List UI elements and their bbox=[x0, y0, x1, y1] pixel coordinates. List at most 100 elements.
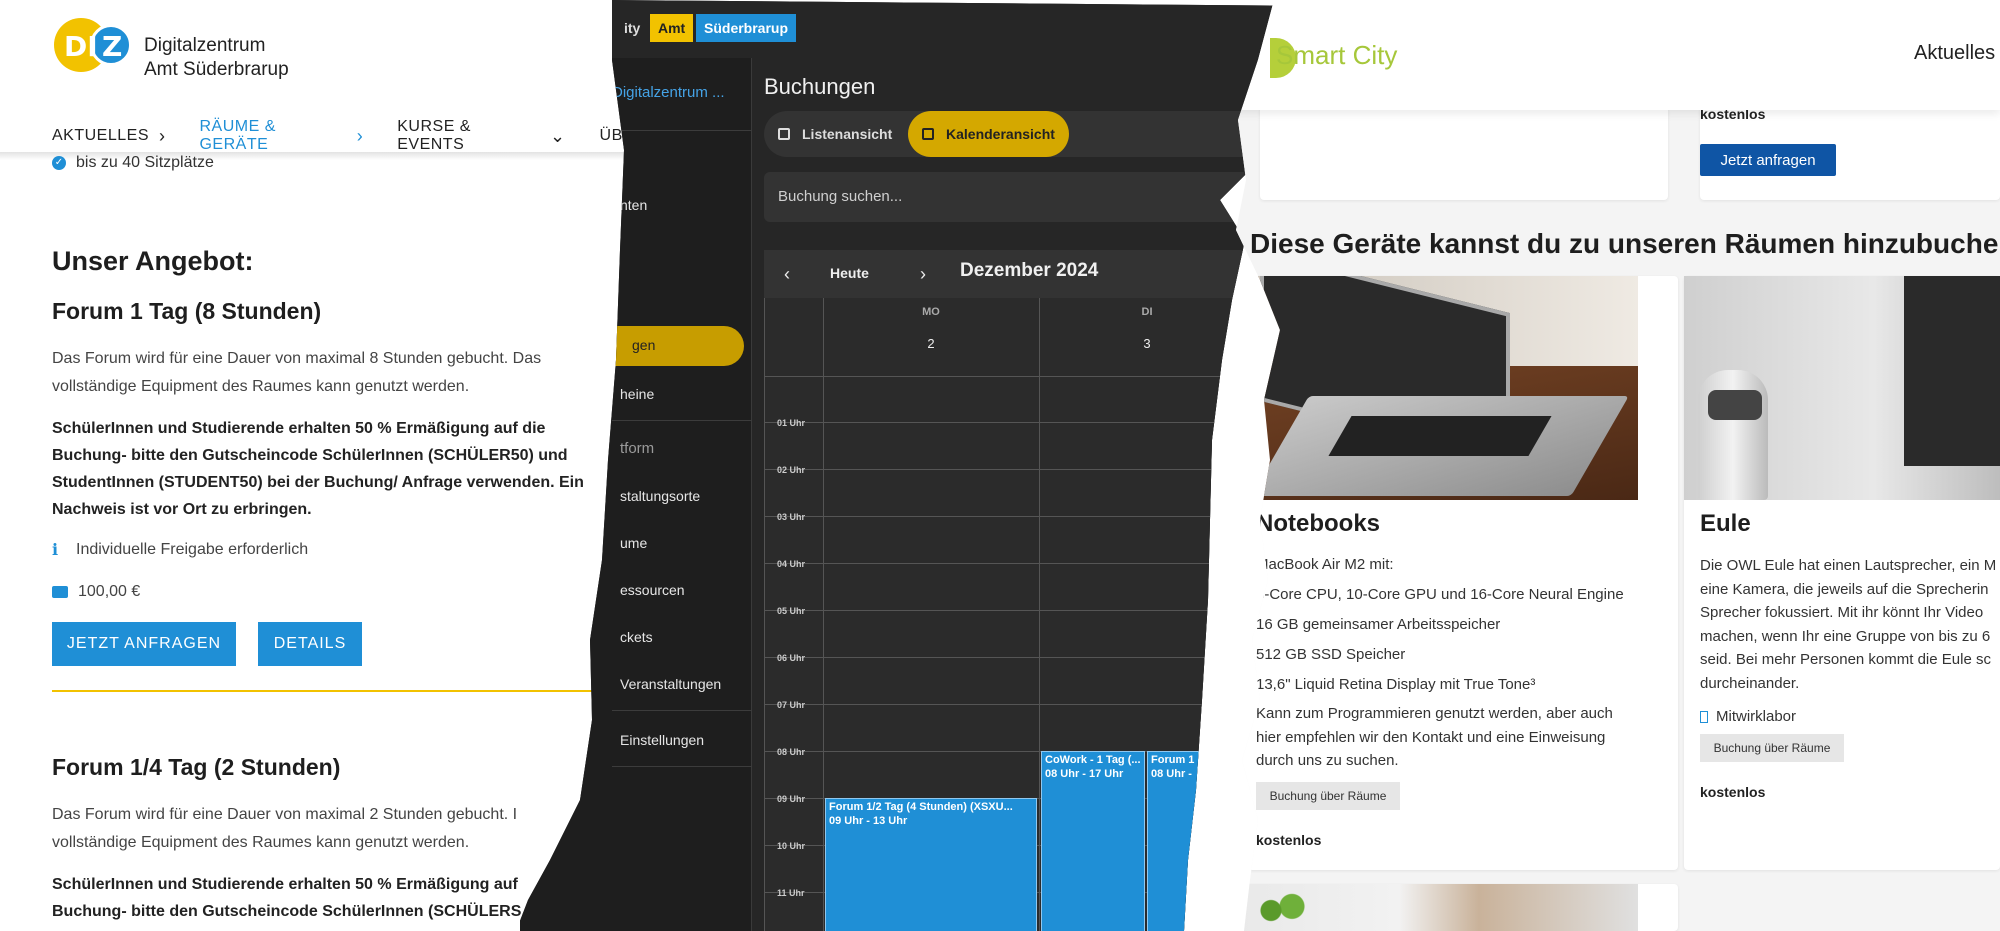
calendar-event[interactable]: Forum 1 08 Uhr - bbox=[1147, 751, 1253, 931]
calendar-icon bbox=[922, 128, 934, 140]
list-view-button[interactable]: Listenansicht bbox=[764, 111, 906, 157]
book-via-rooms-button[interactable]: Buchung über Räume bbox=[1256, 782, 1400, 810]
price-free: kostenlos bbox=[1256, 832, 1322, 848]
logo-line2: Amt Süderbrarup bbox=[144, 59, 289, 80]
section-divider bbox=[52, 690, 612, 692]
room-card bbox=[1260, 96, 1668, 200]
sidebar-org-title[interactable]: Digitalzentrum ... bbox=[612, 84, 725, 101]
offer-title-2: Forum 1/4 Tag (2 Stunden) bbox=[52, 754, 341, 780]
notebook-desc: Kann zum Programmieren genutzt werden, a… bbox=[1256, 705, 1613, 722]
discount-text: StudentInnen (STUDENT50) bei der Buchung… bbox=[52, 474, 584, 491]
sidebar-divider bbox=[612, 130, 752, 131]
tag-city: ity bbox=[616, 14, 649, 42]
sidebar-section-platform: tform bbox=[620, 440, 655, 457]
sidebar-item[interactable]: nten bbox=[620, 197, 647, 213]
calendar-event[interactable]: CoWork - 1 Tag (... 08 Uhr - 17 Uhr bbox=[1041, 751, 1145, 931]
hour-line bbox=[765, 469, 1325, 470]
location-name[interactable]: Mitwirklabor bbox=[1716, 708, 1796, 725]
request-button[interactable]: JETZT ANFRAGEN bbox=[52, 622, 236, 666]
diz-logo-icon[interactable]: DI Z bbox=[54, 16, 136, 76]
details-button[interactable]: DETAILS bbox=[258, 622, 362, 666]
devices-heading: Diese Geräte kannst du zu unseren Räumen… bbox=[1250, 228, 2000, 259]
spec-line: 16 GB gemeinsamer Arbeitsspeicher bbox=[1256, 616, 1501, 633]
hour-label: 07 Uhr bbox=[777, 700, 806, 710]
event-title: Forum 1/2 Tag (4 Stunden) (XSXU... bbox=[829, 801, 1013, 813]
discount-text: SchülerInnen und Studierende erhalten 50… bbox=[52, 420, 546, 437]
discount-text: Nachweis ist vor Ort zu erbringen. bbox=[52, 501, 312, 518]
day-number[interactable]: 2 bbox=[911, 336, 951, 351]
discount-text: Buchung- bitte den Gutscheincode Schüler… bbox=[52, 447, 568, 464]
sidebar-item-vouchers[interactable]: heine bbox=[620, 386, 654, 402]
sidebar-item-rooms[interactable]: ume bbox=[620, 535, 647, 551]
hour-label: 05 Uhr bbox=[777, 606, 806, 616]
price-free: kostenlos bbox=[1700, 784, 1766, 800]
request-now-button[interactable]: Jetzt anfragen bbox=[1700, 144, 1836, 176]
wallet-icon bbox=[52, 586, 68, 598]
hour-line bbox=[765, 422, 1325, 423]
sidebar-item-resources[interactable]: essourcen bbox=[620, 582, 685, 598]
chevron-right-icon[interactable]: › bbox=[920, 264, 926, 285]
grid-line bbox=[1039, 298, 1040, 931]
today-button[interactable]: Heute bbox=[830, 265, 869, 281]
hour-line bbox=[765, 563, 1325, 564]
hour-line bbox=[765, 610, 1325, 611]
calendar-event[interactable]: Forum 1/2 Tag (4 Stunden) (XSXU... 09 Uh… bbox=[825, 798, 1037, 931]
hour-label: 02 Uhr bbox=[777, 465, 806, 475]
logo-text[interactable]: Digitalzentrum Amt Süderbrarup bbox=[144, 34, 289, 82]
day-name: DI bbox=[1141, 306, 1153, 318]
price: 100,00 € bbox=[78, 583, 141, 600]
offer-desc-1b: vollständige Equipment des Raumes kann g… bbox=[52, 378, 470, 395]
collage: DI Z Digitalzentrum Amt Süderbrarup AKTU… bbox=[0, 0, 2000, 931]
nav-item-raeume-geraete[interactable]: RÄUME & GERÄTE › bbox=[199, 118, 363, 154]
tag-amt: Amt bbox=[650, 14, 694, 42]
chevron-right-icon: › bbox=[356, 125, 364, 146]
seat-capacity: ✓ bis zu 40 Sitzplätze bbox=[52, 154, 214, 172]
page-title: Buchungen bbox=[764, 74, 876, 99]
owl-device-image bbox=[1684, 276, 2000, 500]
nav-label: RÄUME & GERÄTE bbox=[199, 118, 276, 153]
calendar-month: Dezember 2024 bbox=[960, 260, 1099, 281]
spec-line: MacBook Air M2 mit: bbox=[1256, 556, 1394, 573]
smart-city-brand[interactable]: Smart City bbox=[1276, 40, 1397, 71]
approval-note: i Individuelle Freigabe erforderlich bbox=[52, 540, 308, 559]
spec-line: 13,6" Liquid Retina Display mit True Ton… bbox=[1256, 676, 1536, 693]
calendar-grid[interactable]: MO 2 DI 3 01 Uhr 02 Uhr 03 Uhr 04 Uhr 05… bbox=[764, 298, 1325, 931]
chevron-left-icon[interactable]: ‹ bbox=[784, 264, 790, 285]
eule-desc: eine Kamera, die jeweils auf die Spreche… bbox=[1700, 581, 1989, 598]
main-nav: AKTUELLES › RÄUME & GERÄTE › KURSE & EVE… bbox=[52, 118, 680, 154]
grid-line bbox=[765, 376, 1325, 377]
list-view-label: Listenansicht bbox=[802, 126, 893, 142]
offer-desc-2b: vollständige Equipment des Raumes kann g… bbox=[52, 834, 470, 851]
sidebar-item-tickets[interactable]: ckets bbox=[620, 629, 653, 645]
book-via-rooms-button[interactable]: Buchung über Räume bbox=[1700, 734, 1844, 762]
info-icon: i bbox=[52, 540, 59, 559]
chevron-down-icon: ⌄ bbox=[549, 125, 566, 146]
smart-city-devices-page: kostenlos Jetzt anfragen Diese Geräte ka… bbox=[1236, 0, 2000, 931]
hour-line bbox=[765, 516, 1325, 517]
sidebar-divider bbox=[612, 710, 752, 711]
approval-text: Individuelle Freigabe erforderlich bbox=[76, 540, 309, 558]
calendar-view-button[interactable]: Kalenderansicht bbox=[908, 111, 1069, 157]
admin-booking-app: ity Amt Süderbrarup Digitalzentrum ... n… bbox=[520, 0, 1328, 931]
sidebar-item-settings[interactable]: Einstellungen bbox=[620, 732, 704, 748]
notebook-image bbox=[1240, 276, 1638, 500]
nav-item-aktuelles[interactable]: AKTUELLES › bbox=[52, 118, 165, 154]
sidebar-item-venues[interactable]: staltungsorte bbox=[620, 488, 700, 504]
offer-title-1: Forum 1 Tag (8 Stunden) bbox=[52, 298, 322, 324]
spec-line: 8-Core CPU, 10-Core GPU und 16-Core Neur… bbox=[1256, 586, 1624, 603]
hour-label: 08 Uhr bbox=[777, 747, 806, 757]
eule-desc: seid. Bei mehr Personen kommt die Eule s… bbox=[1700, 651, 1991, 668]
event-time: 08 Uhr - 17 Uhr bbox=[1045, 768, 1124, 780]
offer-desc-1a: Das Forum wird für eine Dauer von maxima… bbox=[52, 350, 542, 367]
calendar-header: ‹ Heute › Dezember 2024 bbox=[764, 250, 1324, 298]
seat-text: bis zu 40 Sitzplätze bbox=[76, 154, 214, 171]
nav-item-kurse-events[interactable]: KURSE & EVENTS ⌄ bbox=[397, 118, 565, 154]
hour-label: 06 Uhr bbox=[777, 653, 806, 663]
check-circle-icon: ✓ bbox=[52, 156, 66, 170]
day-number[interactable]: 3 bbox=[1127, 336, 1167, 351]
sidebar-item-events[interactable]: Veranstaltungen bbox=[620, 676, 721, 692]
nav-item-aktuelles[interactable]: Aktuelles bbox=[1914, 42, 1995, 65]
day-name: MO bbox=[922, 306, 940, 318]
list-icon bbox=[778, 128, 790, 140]
room-detail-page: DI Z Digitalzentrum Amt Süderbrarup AKTU… bbox=[0, 0, 680, 931]
